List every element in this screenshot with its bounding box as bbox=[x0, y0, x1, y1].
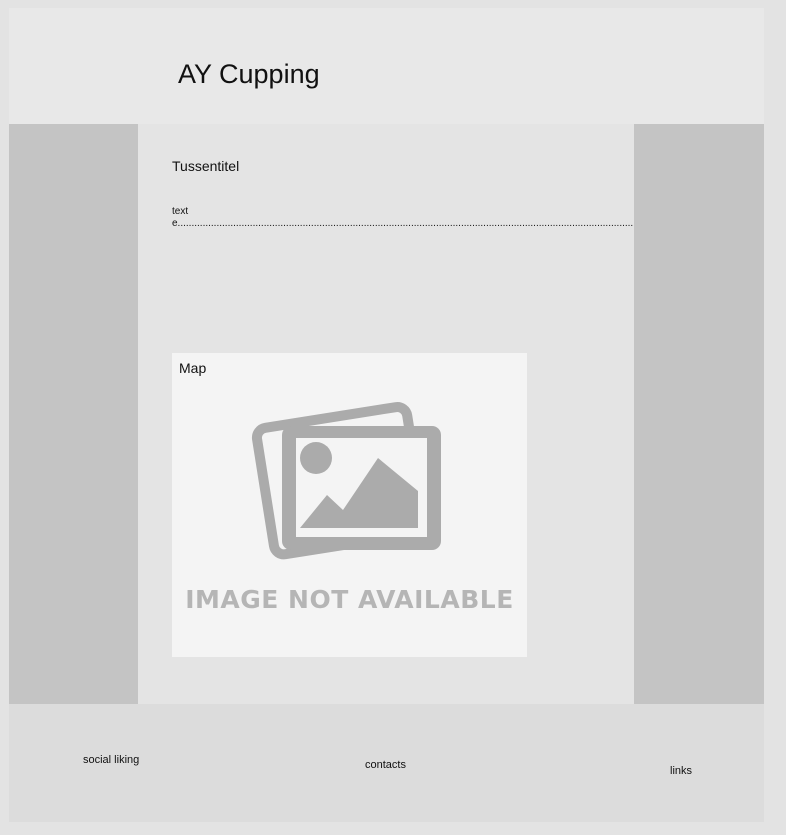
footer-contacts-link[interactable]: contacts bbox=[365, 758, 406, 772]
right-sidebar bbox=[634, 124, 764, 704]
map-container[interactable]: Map IMAGE NOT AVAILABLE bbox=[172, 353, 527, 657]
footer-social-link[interactable]: social liking bbox=[83, 753, 139, 767]
site-title[interactable]: AY Cupping bbox=[178, 58, 320, 90]
body-text: texte...................................… bbox=[172, 206, 762, 230]
footer-links-link[interactable]: links bbox=[670, 764, 692, 778]
footer: social liking contacts links bbox=[9, 704, 764, 822]
section-subtitle: Tussentitel bbox=[172, 158, 240, 174]
map-label: Map bbox=[179, 360, 207, 376]
left-sidebar bbox=[9, 124, 138, 704]
page: AY Cupping Tussentitel texte............… bbox=[0, 0, 786, 835]
main-content: Tussentitel texte.......................… bbox=[138, 124, 762, 704]
image-not-available-text: IMAGE NOT AVAILABLE bbox=[185, 585, 514, 614]
header: AY Cupping bbox=[9, 8, 764, 124]
